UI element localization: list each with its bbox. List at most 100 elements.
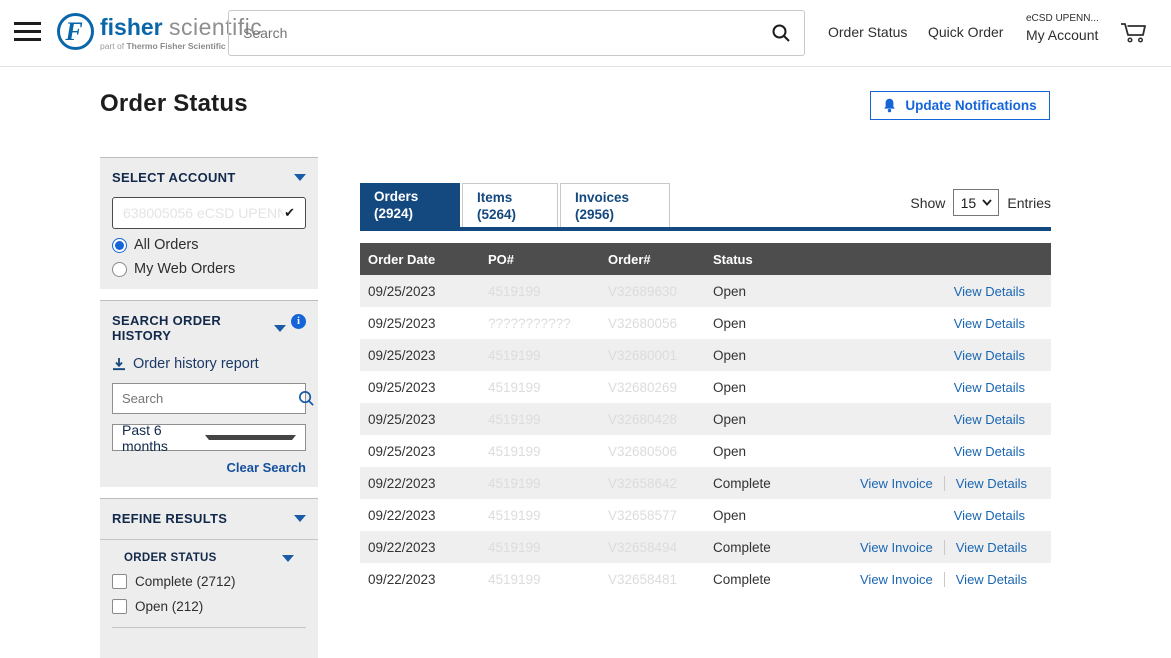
info-icon[interactable]: i (291, 314, 306, 329)
order-history-search-bar (112, 383, 306, 414)
view-details-link[interactable]: View Details (954, 348, 1025, 363)
chevron-down-icon[interactable] (294, 515, 306, 522)
view-invoice-link[interactable]: View Invoice (860, 476, 933, 491)
order-number: V32680001 (600, 348, 705, 363)
hamburger-menu-icon[interactable] (14, 22, 41, 41)
order-date: 09/25/2023 (360, 316, 480, 331)
order-number: V32680506 (600, 444, 705, 459)
update-notifications-button[interactable]: Update Notifications (870, 91, 1050, 120)
view-details-link[interactable]: View Details (954, 284, 1025, 299)
table-row: 09/25/2023 4519199 V32689630 Open View D… (360, 275, 1051, 307)
fisher-f-logo-icon: F (57, 13, 94, 50)
status: Open (705, 412, 860, 427)
divider (112, 627, 306, 628)
view-details-link[interactable]: View Details (954, 508, 1025, 523)
select-account-section: SELECT ACCOUNT 638005056 eCSD UPENN ✔ Al… (100, 157, 318, 289)
filter-checkbox-open[interactable]: Open (212) (112, 599, 306, 614)
order-date: 09/25/2023 (360, 444, 480, 459)
date-range-select[interactable]: Past 6 months (112, 424, 306, 451)
search-order-history-section: SEARCH ORDER HISTORY i Order history rep… (100, 300, 318, 487)
table-row: 09/25/2023 4519199 V32680428 Open View D… (360, 403, 1051, 435)
table-row: 09/25/2023 4519199 V32680001 Open View D… (360, 339, 1051, 371)
tab-underline (360, 227, 1051, 231)
chevron-down-icon (982, 199, 992, 206)
order-number: V32658494 (600, 540, 705, 555)
view-details-link[interactable]: View Details (956, 572, 1027, 587)
view-details-link[interactable]: View Details (954, 444, 1025, 459)
refine-results-title: REFINE RESULTS (112, 511, 227, 526)
global-search-input[interactable] (229, 25, 758, 41)
view-details-link[interactable]: View Details (954, 316, 1025, 331)
order-history-report-link[interactable]: Order history report (112, 356, 306, 372)
order-date: 09/22/2023 (360, 508, 480, 523)
caret-down-icon (205, 435, 296, 440)
cart-icon (1118, 18, 1148, 46)
view-details-link[interactable]: View Details (954, 412, 1025, 427)
table-row: 09/25/2023 4519199 V32680269 Open View D… (360, 371, 1051, 403)
col-po: PO# (480, 252, 600, 267)
tab-orders[interactable]: Orders (2924) (360, 183, 460, 227)
view-invoice-link[interactable]: View Invoice (860, 540, 933, 555)
header-link-quick-order[interactable]: Quick Order (928, 24, 1003, 40)
order-number: V32680428 (600, 412, 705, 427)
cart-button[interactable] (1118, 18, 1148, 49)
page-title: Order Status (100, 90, 248, 118)
my-account-menu[interactable]: eCSD UPENN... My Account (1026, 13, 1099, 43)
col-order: Order# (600, 252, 705, 267)
clear-search-link[interactable]: Clear Search (112, 460, 306, 475)
po-number: 4519199 (480, 476, 600, 491)
chevron-down-icon[interactable] (294, 174, 306, 181)
order-date: 09/22/2023 (360, 572, 480, 587)
order-number: V32658577 (600, 508, 705, 523)
table-row: 09/25/2023 ??????????? V32680056 Open Vi… (360, 307, 1051, 339)
view-details-link[interactable]: View Details (956, 540, 1027, 555)
divider (944, 540, 945, 555)
update-notifications-label: Update Notifications (905, 98, 1036, 113)
po-number: ??????????? (480, 316, 600, 331)
order-date: 09/25/2023 (360, 284, 480, 299)
filter-checkbox-complete[interactable]: Complete (2712) (112, 574, 306, 589)
table-row: 09/22/2023 4519199 V32658481 Complete Vi… (360, 563, 1051, 595)
radio-selected-icon (112, 238, 127, 253)
orders-table-header: Order Date PO# Order# Status (360, 243, 1051, 275)
tab-invoices[interactable]: Invoices (2956) (560, 183, 670, 227)
view-invoice-link[interactable]: View Invoice (860, 572, 933, 587)
order-status-filter-title: ORDER STATUS (124, 552, 217, 564)
entries-label: Entries (1007, 195, 1051, 211)
po-number: 4519199 (480, 412, 600, 427)
download-icon (112, 357, 126, 371)
order-date: 09/22/2023 (360, 476, 480, 491)
orders-table: Order Date PO# Order# Status 09/25/2023 … (360, 243, 1051, 595)
radio-all-orders[interactable]: All Orders (112, 237, 306, 253)
tab-items[interactable]: Items (5264) (462, 183, 558, 227)
status: Open (705, 348, 860, 363)
order-history-search-button[interactable] (298, 384, 315, 413)
header-link-order-status[interactable]: Order Status (828, 24, 907, 40)
divider (944, 476, 945, 491)
table-row: 09/25/2023 4519199 V32680506 Open View D… (360, 435, 1051, 467)
account-select[interactable]: 638005056 eCSD UPENN ✔ (112, 197, 306, 229)
po-number: 4519199 (480, 348, 600, 363)
po-number: 4519199 (480, 380, 600, 395)
checkbox-icon (112, 599, 127, 614)
po-number: 4519199 (480, 508, 600, 523)
status: Open (705, 444, 860, 459)
bell-icon (883, 98, 896, 113)
show-label: Show (910, 195, 945, 211)
checkbox-icon (112, 574, 127, 589)
order-status-main: Orders (2924) Items (5264) Invoices (295… (360, 183, 1051, 595)
chevron-down-icon[interactable] (274, 325, 286, 332)
chevron-down-icon[interactable] (282, 555, 294, 562)
global-search-button[interactable] (758, 11, 804, 55)
account-org-name: eCSD UPENN... (1026, 13, 1099, 24)
account-select-value: 638005056 eCSD UPENN (123, 205, 284, 221)
view-details-link[interactable]: View Details (956, 476, 1027, 491)
table-row: 09/22/2023 4519199 V32658494 Complete Vi… (360, 531, 1051, 563)
view-details-link[interactable]: View Details (954, 380, 1025, 395)
search-icon (298, 390, 315, 407)
po-number: 4519199 (480, 540, 600, 555)
order-history-search-input[interactable] (113, 391, 298, 406)
entries-per-page-select[interactable]: 15 (953, 189, 999, 216)
checkmark-icon: ✔ (284, 205, 295, 221)
radio-my-web-orders[interactable]: My Web Orders (112, 261, 306, 277)
